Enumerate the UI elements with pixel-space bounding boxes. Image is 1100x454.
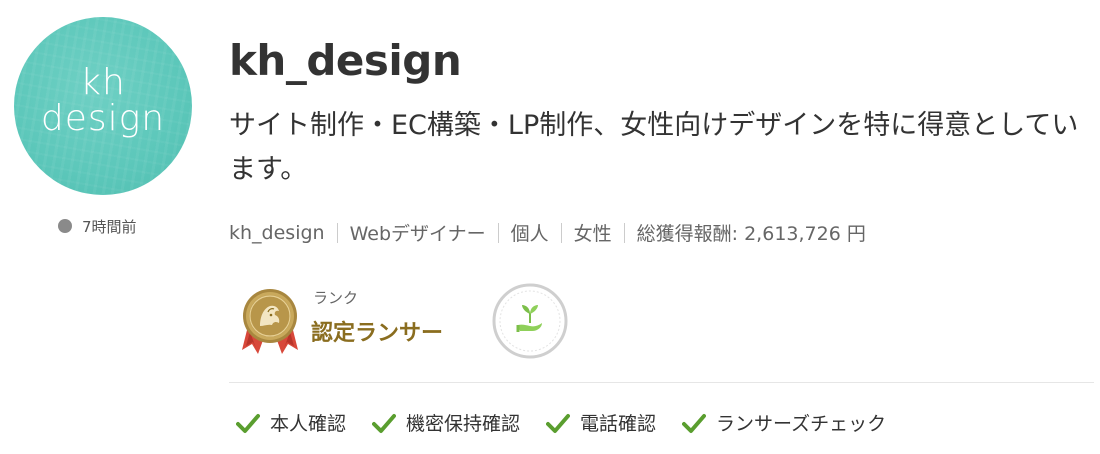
checkmark-icon (372, 413, 397, 433)
meta-separator (336, 222, 338, 243)
meta-gender: 女性 (573, 223, 612, 245)
meta-type: 個人 (510, 223, 549, 245)
verification-list: 本人確認 機密保持確認 電話確認 ランサーズチェック (236, 409, 912, 436)
verification-phone: 電話確認 (546, 409, 656, 436)
last-login-status: 7時間前 (58, 216, 137, 236)
verification-label: ランサーズチェック (716, 413, 887, 435)
meta-username: kh_design (229, 221, 325, 244)
status-dot-icon (58, 219, 72, 233)
certified-medal-icon[interactable] (238, 288, 302, 358)
meta-separator (560, 222, 562, 243)
verification-label: 機密保持確認 (406, 413, 521, 435)
checkmark-icon (546, 413, 571, 433)
profile-catchphrase: サイト制作・EC構築・LP制作、女性向けデザインを特に得意としています。 (229, 110, 1079, 185)
last-login-text: 7時間前 (82, 217, 137, 236)
rank-label: ランク (313, 289, 359, 307)
section-divider (229, 382, 1094, 383)
checkmark-icon (682, 413, 707, 433)
avatar-logo-line1: kh (80, 62, 126, 103)
verification-identity: 本人確認 (236, 409, 346, 436)
meta-separator (497, 222, 499, 243)
meta-occupation: Webデザイナー (349, 223, 486, 245)
rank-name[interactable]: 認定ランサー (311, 315, 443, 347)
username-title: kh_design (229, 36, 462, 85)
verification-nda: 機密保持確認 (372, 409, 520, 436)
sprout-hand-icon[interactable] (492, 283, 568, 359)
verification-label: 本人確認 (270, 413, 347, 435)
avatar-logo: kh design (14, 65, 192, 137)
meta-total-earnings: 総獲得報酬: 2,613,726 円 (636, 223, 866, 245)
avatar-logo-line2: design (40, 98, 166, 139)
checkmark-icon (236, 413, 260, 433)
profile-avatar[interactable]: kh design (14, 17, 192, 195)
verification-lancers-check: ランサーズチェック (682, 409, 886, 436)
verification-label: 電話確認 (580, 413, 657, 435)
meta-separator (623, 222, 625, 243)
profile-meta: kh_design Webデザイナー 個人 女性 総獲得報酬: 2,613,72… (229, 219, 866, 246)
